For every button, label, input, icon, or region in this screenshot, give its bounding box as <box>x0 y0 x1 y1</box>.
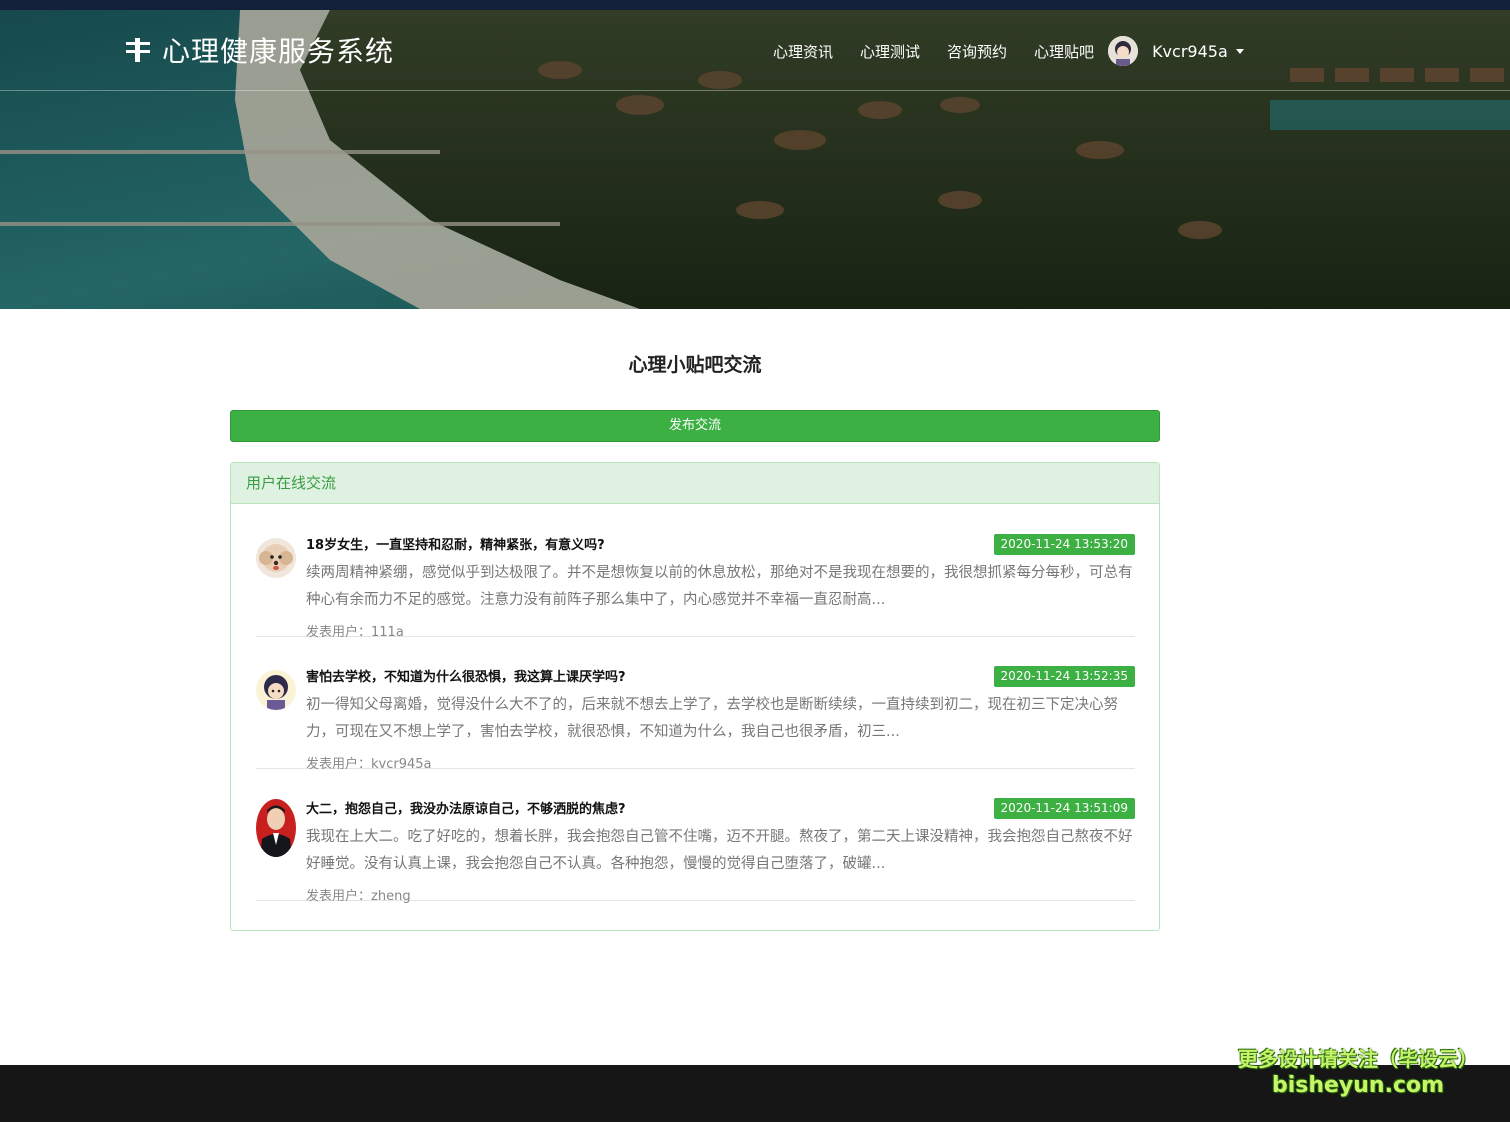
post-date-badge: 2020-11-24 13:53:20 <box>993 534 1135 555</box>
post-excerpt: 初一得知父母离婚，觉得没什么大不了的，后来就不想去上学了，去学校也是断断续续，一… <box>306 697 1118 740</box>
top-strip <box>0 0 1510 10</box>
brand[interactable]: 心理健康服务系统 <box>124 30 394 70</box>
author-name: zheng <box>371 889 411 904</box>
publish-button[interactable]: 发布交流 <box>230 410 1160 442</box>
post-title[interactable]: 18岁女生，一直坚持和忍耐，精神紧张，有意义吗? <box>306 534 605 553</box>
poodle-avatar <box>256 538 296 578</box>
page-title: 心理小贴吧交流 <box>628 354 762 376</box>
list-item: 害怕去学校，不知道为什么很恐惧，我这算上课厌学吗? 2020-11-24 13:… <box>256 637 1135 772</box>
panel-title: 用户在线交流 <box>231 463 1159 504</box>
post-excerpt: 续两周精神紧绷，感觉似乎到达极限了。并不是想恢复以前的休息放松，那绝对不是我现在… <box>306 565 1133 608</box>
user-menu[interactable]: Kvcr945a <box>1108 36 1244 66</box>
watermark: 更多设计请关注（毕设云） bisheyun.com <box>1228 1045 1488 1099</box>
nav-item-appointment[interactable]: 咨询预约 <box>947 41 1007 62</box>
post-title[interactable]: 害怕去学校，不知道为什么很恐惧，我这算上课厌学吗? <box>306 666 626 685</box>
portrait-avatar <box>256 799 296 857</box>
chevron-down-icon <box>1235 48 1244 54</box>
brand-name: 心理健康服务系统 <box>162 35 395 68</box>
username: Kvcr945a <box>1152 41 1228 61</box>
author-label: 发表用户： <box>306 889 372 904</box>
cartoon-avatar <box>256 670 296 710</box>
user-avatar <box>1108 36 1139 66</box>
post-author: 发表用户：zheng <box>306 885 411 904</box>
list-item: 18岁女生，一直坚持和忍耐，精神紧张，有意义吗? 2020-11-24 13:5… <box>256 505 1135 640</box>
nav-item-news[interactable]: 心理资讯 <box>773 41 833 62</box>
post-title[interactable]: 大二，抱怨自己，我没办法原谅自己，不够洒脱的焦虑? <box>306 798 626 817</box>
post-date-badge: 2020-11-24 13:52:35 <box>993 666 1135 687</box>
nav-item-tests[interactable]: 心理测试 <box>860 41 920 62</box>
post-excerpt: 我现在上大二。吃了好吃的，想着长胖，我会抱怨自己管不住嘴，迈不开腿。熬夜了，第二… <box>306 829 1133 872</box>
post-date-badge: 2020-11-24 13:51:09 <box>993 798 1135 819</box>
brand-logo-icon <box>126 38 150 62</box>
nav-item-forum[interactable]: 心理贴吧 <box>1034 41 1094 62</box>
navbar-divider <box>0 90 1510 91</box>
navbar: 心理健康服务系统 心理资讯 心理测试 咨询预约 心理贴吧 Kvcr945a <box>0 10 1510 90</box>
main-menu: 心理资讯 心理测试 咨询预约 心理贴吧 Kvcr945a <box>773 36 1244 66</box>
hero-banner: 心理健康服务系统 心理资讯 心理测试 咨询预约 心理贴吧 Kvcr945a <box>0 10 1510 309</box>
forum-panel: 用户在线交流 18岁女生，一直坚持和忍耐，精神紧张，有意义吗? 2020-11-… <box>230 462 1160 931</box>
watermark-line-1: 更多设计请关注（毕设云） <box>1238 1047 1478 1071</box>
list-item: 大二，抱怨自己，我没办法原谅自己，不够洒脱的焦虑? 2020-11-24 13:… <box>256 769 1135 904</box>
watermark-line-2: bisheyun.com <box>1271 1073 1445 1098</box>
